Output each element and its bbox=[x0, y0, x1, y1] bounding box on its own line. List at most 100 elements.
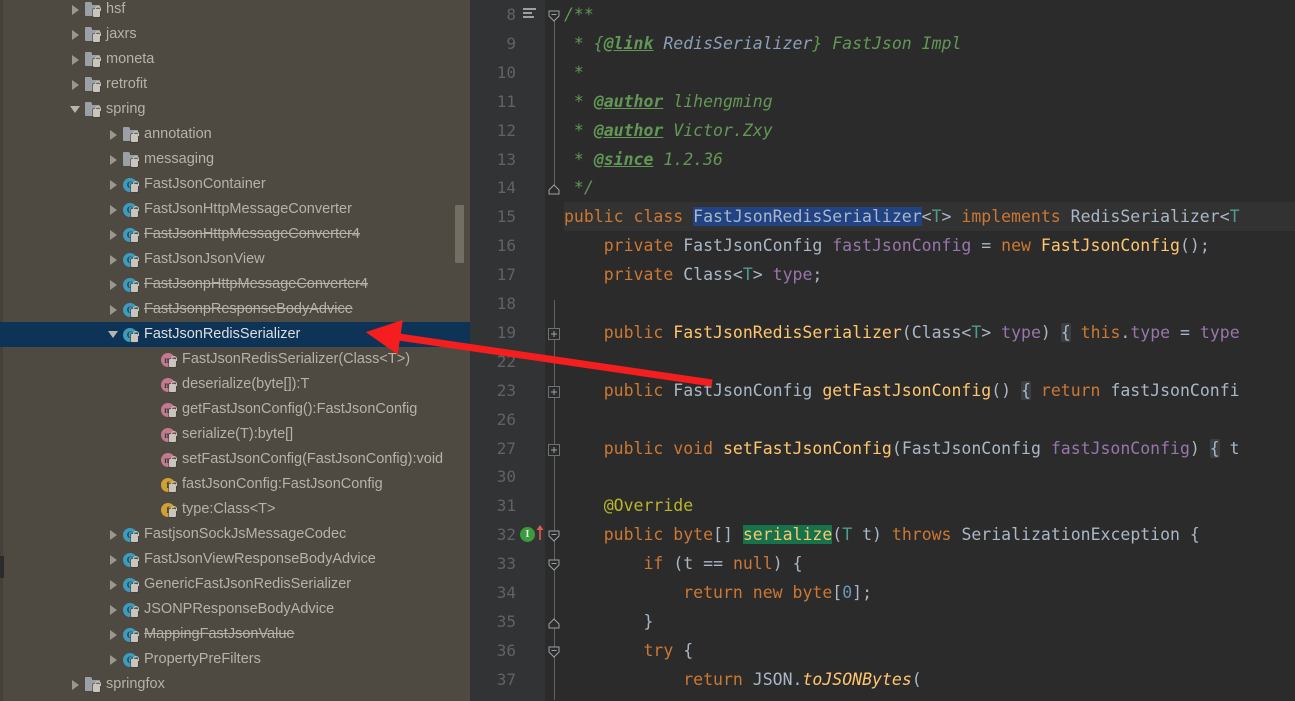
code-line[interactable]: * @author lihengming bbox=[564, 87, 773, 116]
fold-collapse-icon[interactable] bbox=[548, 557, 562, 571]
code-line[interactable]: * @since 1.2.36 bbox=[564, 145, 723, 174]
folder-icon bbox=[84, 1, 102, 19]
expand-arrow-icon[interactable] bbox=[68, 47, 84, 72]
fold-collapse-icon[interactable] bbox=[548, 644, 562, 658]
tree-node[interactable]: C MappingFastJsonValue bbox=[0, 622, 470, 647]
tree-node[interactable]: m serialize(T):byte[] bbox=[0, 422, 470, 447]
code-line[interactable]: public byte[] serialize(T t) throws Seri… bbox=[564, 520, 1200, 549]
expand-arrow-icon[interactable] bbox=[68, 72, 84, 97]
expand-arrow-icon[interactable] bbox=[106, 222, 122, 247]
tree-node[interactable]: hsf bbox=[0, 0, 470, 22]
tree-node[interactable]: C FastJsonContainer bbox=[0, 172, 470, 197]
code-line[interactable]: /** bbox=[564, 0, 594, 29]
code-line[interactable]: private Class<T> type; bbox=[564, 260, 823, 289]
lock-badge-icon bbox=[93, 106, 101, 117]
expand-arrow-icon[interactable] bbox=[106, 172, 122, 197]
tree-node[interactable]: C FastJsonJsonView bbox=[0, 247, 470, 272]
tree-node[interactable]: C GenericFastJsonRedisSerializer bbox=[0, 572, 470, 597]
code-line[interactable]: } bbox=[564, 607, 654, 636]
tree-node[interactable]: C FastJsonHttpMessageConverter bbox=[0, 197, 470, 222]
expand-arrow-icon[interactable] bbox=[106, 247, 122, 272]
expand-arrow-icon[interactable] bbox=[106, 597, 122, 622]
tree-node[interactable]: springfox bbox=[0, 672, 470, 697]
tree-node[interactable]: spring bbox=[0, 97, 470, 122]
tree-node[interactable]: C FastJsonpHttpMessageConverter4 bbox=[0, 272, 470, 297]
javadoc-gutter-icon[interactable] bbox=[523, 8, 538, 20]
code-line[interactable]: if (t == null) { bbox=[564, 549, 803, 578]
fold-end-icon[interactable] bbox=[548, 181, 562, 195]
expand-arrow-icon[interactable] bbox=[106, 122, 122, 147]
tree-node[interactable]: jaxrs bbox=[0, 22, 470, 47]
code-line[interactable]: public class FastJsonRedisSerializer<T> … bbox=[564, 202, 1240, 231]
expand-arrow-icon[interactable] bbox=[106, 297, 122, 322]
expand-arrow-icon[interactable] bbox=[106, 622, 122, 647]
folded-block-brace[interactable]: { bbox=[1021, 380, 1031, 400]
expand-arrow-icon[interactable] bbox=[68, 0, 84, 22]
line-number: 14 bbox=[496, 178, 516, 198]
code-line[interactable]: fastJsonConfig.getCharset(), bbox=[564, 694, 1041, 701]
expand-arrow-icon[interactable] bbox=[68, 672, 84, 697]
tree-node[interactable]: messaging bbox=[0, 147, 470, 172]
code-line[interactable]: public FastJsonRedisSerializer(Class<T> … bbox=[564, 318, 1240, 347]
fold-expand-icon[interactable] bbox=[548, 384, 562, 398]
tree-node[interactable]: m FastJsonRedisSerializer(Class<T>) bbox=[0, 347, 470, 372]
tree-node-selected[interactable]: C FastJsonRedisSerializer bbox=[0, 322, 470, 347]
tree-node[interactable]: retrofit bbox=[0, 72, 470, 97]
code-fold-rail[interactable] bbox=[545, 0, 564, 701]
tree-node[interactable]: annotation bbox=[0, 122, 470, 147]
code-line[interactable]: return new byte[0]; bbox=[564, 578, 872, 607]
tree-node-label: PropertyPreFilters bbox=[144, 651, 261, 667]
code-line[interactable]: try { bbox=[564, 636, 694, 665]
code-editor[interactable]: /** * {@link RedisSerializer} FastJson I… bbox=[470, 0, 1295, 701]
expand-arrow-icon[interactable] bbox=[106, 272, 122, 297]
code-line[interactable]: return JSON.toJSONBytes( bbox=[564, 665, 921, 694]
fold-end-icon[interactable] bbox=[548, 615, 562, 629]
expand-arrow-icon[interactable] bbox=[106, 647, 122, 672]
code-line[interactable]: * bbox=[564, 58, 584, 87]
code-line[interactable]: */ bbox=[564, 173, 594, 202]
line-number: 16 bbox=[496, 236, 516, 256]
lock-badge-icon bbox=[131, 606, 139, 617]
code-line[interactable]: @Override bbox=[564, 491, 693, 520]
folded-block-brace[interactable]: { bbox=[1060, 322, 1071, 342]
project-tree-panel[interactable]: hsf jaxrs moneta retrofit spring annotation me… bbox=[0, 0, 470, 701]
lock-badge-icon bbox=[131, 256, 139, 267]
tree-node[interactable]: C FastJsonViewResponseBodyAdvice bbox=[0, 547, 470, 572]
code-line[interactable]: public void setFastJsonConfig(FastJsonCo… bbox=[564, 434, 1240, 463]
code-text-area[interactable]: /** * {@link RedisSerializer} FastJson I… bbox=[564, 0, 1295, 701]
tree-node[interactable]: C FastJsonpResponseBodyAdvice bbox=[0, 297, 470, 322]
code-line[interactable]: public FastJsonConfig getFastJsonConfig(… bbox=[564, 376, 1240, 405]
expand-arrow-icon[interactable] bbox=[106, 147, 122, 172]
collapse-arrow-icon[interactable] bbox=[68, 97, 84, 122]
expand-arrow-icon[interactable] bbox=[68, 22, 84, 47]
expand-arrow-icon[interactable] bbox=[106, 572, 122, 597]
lock-badge-icon bbox=[131, 131, 139, 142]
tree-node[interactable]: C FastJsonHttpMessageConverter4 bbox=[0, 222, 470, 247]
tree-vertical-scrollbar[interactable] bbox=[455, 205, 464, 263]
tree-node[interactable]: moneta bbox=[0, 47, 470, 72]
expand-arrow-icon[interactable] bbox=[106, 522, 122, 547]
fold-expand-icon[interactable] bbox=[548, 326, 562, 340]
tree-node[interactable]: m getFastJsonConfig():FastJsonConfig bbox=[0, 397, 470, 422]
tree-node[interactable]: m deserialize(byte[]):T bbox=[0, 372, 470, 397]
fold-expand-icon[interactable] bbox=[548, 442, 562, 456]
code-line[interactable]: * @author Victor.Zxy bbox=[564, 116, 773, 145]
tree-node[interactable]: C JSONPResponseBodyAdvice bbox=[0, 597, 470, 622]
tree-node[interactable]: f fastJsonConfig:FastJsonConfig bbox=[0, 472, 470, 497]
override-up-arrow-icon[interactable] bbox=[535, 525, 545, 541]
collapse-arrow-icon[interactable] bbox=[106, 322, 122, 347]
fold-collapse-icon[interactable] bbox=[548, 8, 562, 22]
expand-arrow-icon[interactable] bbox=[106, 547, 122, 572]
expand-arrow-icon[interactable] bbox=[106, 197, 122, 222]
tree-node[interactable]: C PropertyPreFilters bbox=[0, 647, 470, 672]
code-line[interactable]: * {@link RedisSerializer} FastJson Impl bbox=[564, 29, 961, 58]
code-line[interactable]: private FastJsonConfig fastJsonConfig = … bbox=[564, 231, 1210, 260]
fold-collapse-icon[interactable] bbox=[548, 528, 562, 542]
tree-node[interactable]: m setFastJsonConfig(FastJsonConfig):void bbox=[0, 447, 470, 472]
tree-node[interactable]: f type:Class<T> bbox=[0, 497, 470, 522]
tree-node[interactable]: C FastjsonSockJsMessageCodec bbox=[0, 522, 470, 547]
line-number: 37 bbox=[496, 669, 516, 689]
tree-node-label: FastJsonViewResponseBodyAdvice bbox=[144, 551, 376, 567]
folded-block-brace[interactable]: { bbox=[1209, 438, 1220, 458]
